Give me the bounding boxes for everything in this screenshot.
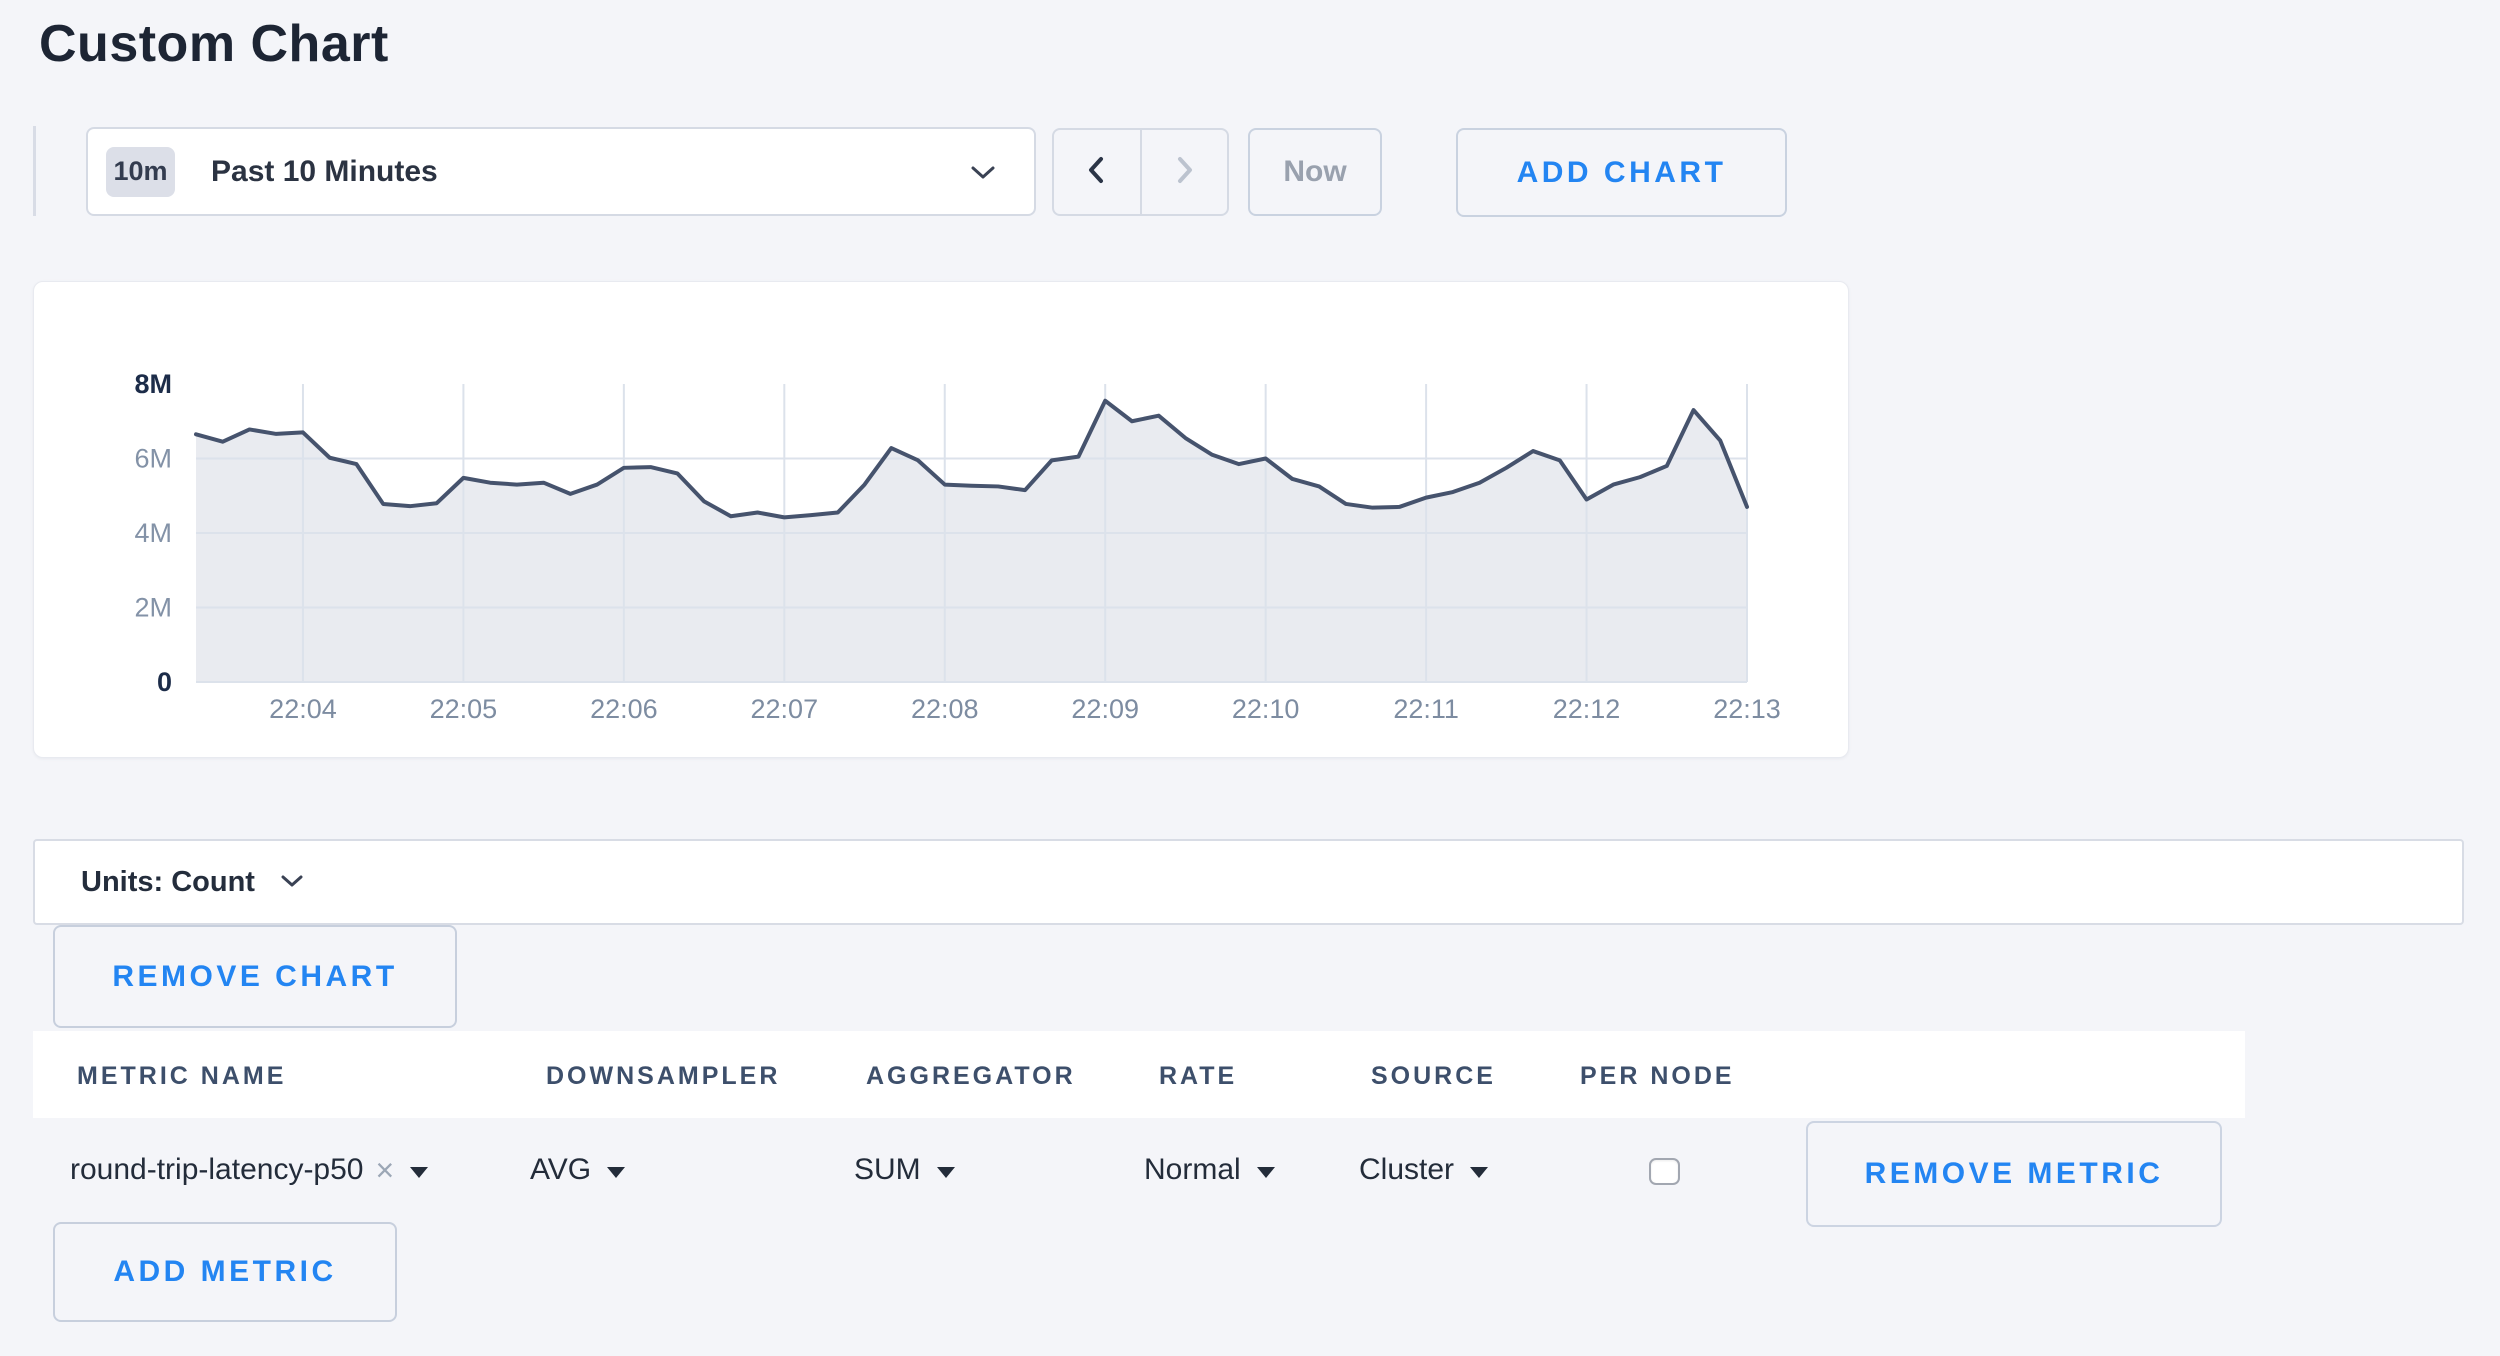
dropdown-caret-icon — [410, 1167, 428, 1178]
metrics-area-chart: 22:04 22:05 22:06 22:07 22:08 22:09 22:10 22:11… — [34, 282, 1848, 757]
col-source: SOURCE — [1371, 1062, 1496, 1091]
downsampler-select[interactable]: AVG — [530, 1118, 625, 1222]
rate-select[interactable]: Normal — [1144, 1118, 1275, 1222]
add-chart-label: ADD CHART — [1517, 156, 1727, 190]
svg-text:22:12: 22:12 — [1553, 694, 1621, 724]
downsampler-value: AVG — [530, 1153, 591, 1187]
svg-text:22:09: 22:09 — [1071, 694, 1139, 724]
svg-text:22:08: 22:08 — [911, 694, 979, 724]
aggregator-value: SUM — [854, 1153, 921, 1187]
col-downsampler: DOWNSAMPLER — [546, 1062, 780, 1091]
now-button-label: Now — [1283, 155, 1346, 189]
next-time-button[interactable] — [1142, 130, 1228, 214]
chevron-right-icon — [1170, 155, 1198, 190]
units-label: Units: Count — [81, 866, 255, 899]
chart-area-fill — [196, 401, 1747, 682]
metric-name-select[interactable]: round-trip-latency-p50 × — [70, 1118, 428, 1222]
time-step-arrows — [1052, 128, 1229, 216]
clear-metric-x-icon[interactable]: × — [375, 1152, 394, 1189]
aggregator-select[interactable]: SUM — [854, 1118, 955, 1222]
col-metric-name: METRIC NAME — [77, 1062, 286, 1091]
source-value: Cluster — [1359, 1153, 1454, 1187]
dropdown-caret-icon — [607, 1167, 625, 1178]
svg-text:0: 0 — [157, 667, 172, 697]
page-title: Custom Chart — [39, 14, 389, 74]
remove-metric-button[interactable]: REMOVE METRIC — [1806, 1121, 2222, 1227]
svg-text:6M: 6M — [134, 444, 172, 474]
chevron-down-icon — [281, 875, 303, 893]
add-chart-button[interactable]: ADD CHART — [1456, 128, 1787, 217]
metrics-table-header: METRIC NAME DOWNSAMPLER AGGREGATOR RATE … — [33, 1031, 2245, 1118]
chevron-down-icon — [970, 165, 996, 185]
dropdown-caret-icon — [1470, 1167, 1488, 1178]
metric-name-value: round-trip-latency-p50 — [70, 1153, 363, 1187]
rate-value: Normal — [1144, 1153, 1241, 1187]
col-aggregator: AGGREGATOR — [866, 1062, 1076, 1091]
svg-text:22:04: 22:04 — [269, 694, 337, 724]
dropdown-caret-icon — [1257, 1167, 1275, 1178]
svg-text:4M: 4M — [134, 518, 172, 548]
toolbar-divider — [33, 126, 36, 216]
col-rate: RATE — [1159, 1062, 1237, 1091]
svg-text:22:13: 22:13 — [1713, 694, 1781, 724]
svg-text:22:05: 22:05 — [430, 694, 498, 724]
source-select[interactable]: Cluster — [1359, 1118, 1488, 1222]
svg-text:22:10: 22:10 — [1232, 694, 1300, 724]
svg-text:22:11: 22:11 — [1393, 694, 1459, 724]
svg-text:22:07: 22:07 — [751, 694, 819, 724]
remove-chart-button[interactable]: REMOVE CHART — [53, 925, 457, 1028]
prev-time-button[interactable] — [1054, 130, 1142, 214]
svg-text:2M: 2M — [134, 593, 172, 623]
custom-chart-page: Custom Chart 10m Past 10 Minutes Now ADD… — [0, 0, 2500, 1356]
units-select[interactable]: Units: Count — [33, 839, 2464, 925]
chevron-left-icon — [1083, 155, 1111, 190]
chart-card: 22:04 22:05 22:06 22:07 22:08 22:09 22:10 22:11… — [33, 281, 1849, 758]
time-window-label: Past 10 Minutes — [211, 155, 438, 189]
col-per-node: PER NODE — [1580, 1062, 1735, 1091]
add-metric-label: ADD METRIC — [113, 1255, 336, 1289]
time-window-badge: 10m — [106, 147, 175, 197]
remove-metric-label: REMOVE METRIC — [1865, 1157, 2164, 1191]
dropdown-caret-icon — [937, 1167, 955, 1178]
svg-text:22:06: 22:06 — [590, 694, 658, 724]
now-button[interactable]: Now — [1248, 128, 1382, 216]
add-metric-button[interactable]: ADD METRIC — [53, 1222, 397, 1322]
remove-chart-label: REMOVE CHART — [112, 960, 397, 994]
per-node-checkbox[interactable] — [1649, 1158, 1680, 1185]
svg-text:8M: 8M — [134, 369, 172, 399]
time-window-select[interactable]: 10m Past 10 Minutes — [86, 127, 1036, 216]
